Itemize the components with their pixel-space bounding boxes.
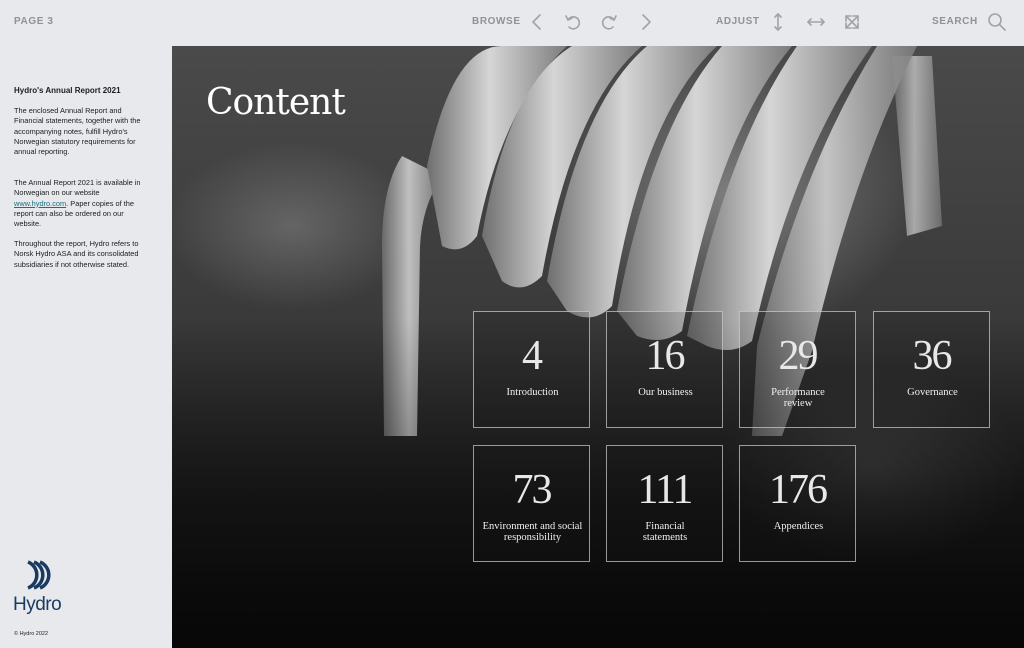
availability-text-start: The Annual Report 2021 is available in N… [14,178,141,198]
page-title: Content [206,82,346,123]
chevron-left-icon[interactable] [525,10,549,34]
hydro-website-link[interactable]: www.hydro.com [14,199,66,208]
toc-section-label: Financial statements [642,521,688,543]
chevron-right-icon[interactable] [634,10,658,34]
fit-height-icon[interactable] [766,10,790,34]
undo-icon[interactable] [561,10,585,34]
page-indicator: PAGE 3 [14,16,54,27]
adjust-label: ADJUST [716,16,760,27]
redo-icon[interactable] [597,10,621,34]
toc-page-number: 111 [637,467,694,513]
toc-page-number: 4 [522,333,543,379]
toc-page-number: 29 [778,333,819,379]
toc-tile-introduction[interactable]: 4 Introduction [473,311,590,428]
toc-section-label: Appendices [773,521,824,532]
toc-tile-environment[interactable]: 73 Environment and social responsibility [473,445,590,562]
copyright-text: © Hydro 2022 [14,631,49,637]
fit-width-icon[interactable] [804,10,828,34]
toc-page-number: 36 [912,333,953,379]
sidebar-title: Hydro's Annual Report 2021 [14,86,121,95]
toc-section-label: Introduction [506,387,559,398]
fullscreen-icon[interactable] [840,10,864,34]
toc-tile-our-business[interactable]: 16 Our business [606,311,723,428]
toc-section-label: Performance review [771,387,825,409]
toc-page-number: 176 [769,467,828,513]
toc-section-label: Environment and social responsibility [482,521,583,543]
browse-label: BROWSE [472,16,521,27]
sidebar: Hydro's Annual Report 2021 The enclosed … [0,46,172,648]
toc-page-number: 16 [645,333,686,379]
top-toolbar: PAGE 3 BROWSE ADJUST SEARCH [0,0,1024,46]
cover-image: Content 4 Introduction 16 Our business 2… [172,46,1024,648]
hydro-logo-text: Hydro [13,594,62,615]
search-label: SEARCH [932,16,978,27]
sidebar-paragraph-intro: The enclosed Annual Report and Financial… [14,106,141,157]
toc-tile-governance[interactable]: 36 Governance [873,311,990,428]
toc-section-label: Governance [907,387,958,398]
toc-tile-financial-statements[interactable]: 111 Financial statements [606,445,723,562]
sidebar-paragraph-scope: Throughout the report, Hydro refers to N… [14,239,139,269]
toc-page-number: 73 [512,467,553,513]
sidebar-paragraph-availability: The Annual Report 2021 is available in N… [14,178,144,229]
toc-tile-appendices[interactable]: 176 Appendices [739,445,856,562]
toc-tile-performance-review[interactable]: 29 Performance review [739,311,856,428]
toc-section-label: Our business [638,387,693,398]
search-icon[interactable] [985,10,1009,34]
